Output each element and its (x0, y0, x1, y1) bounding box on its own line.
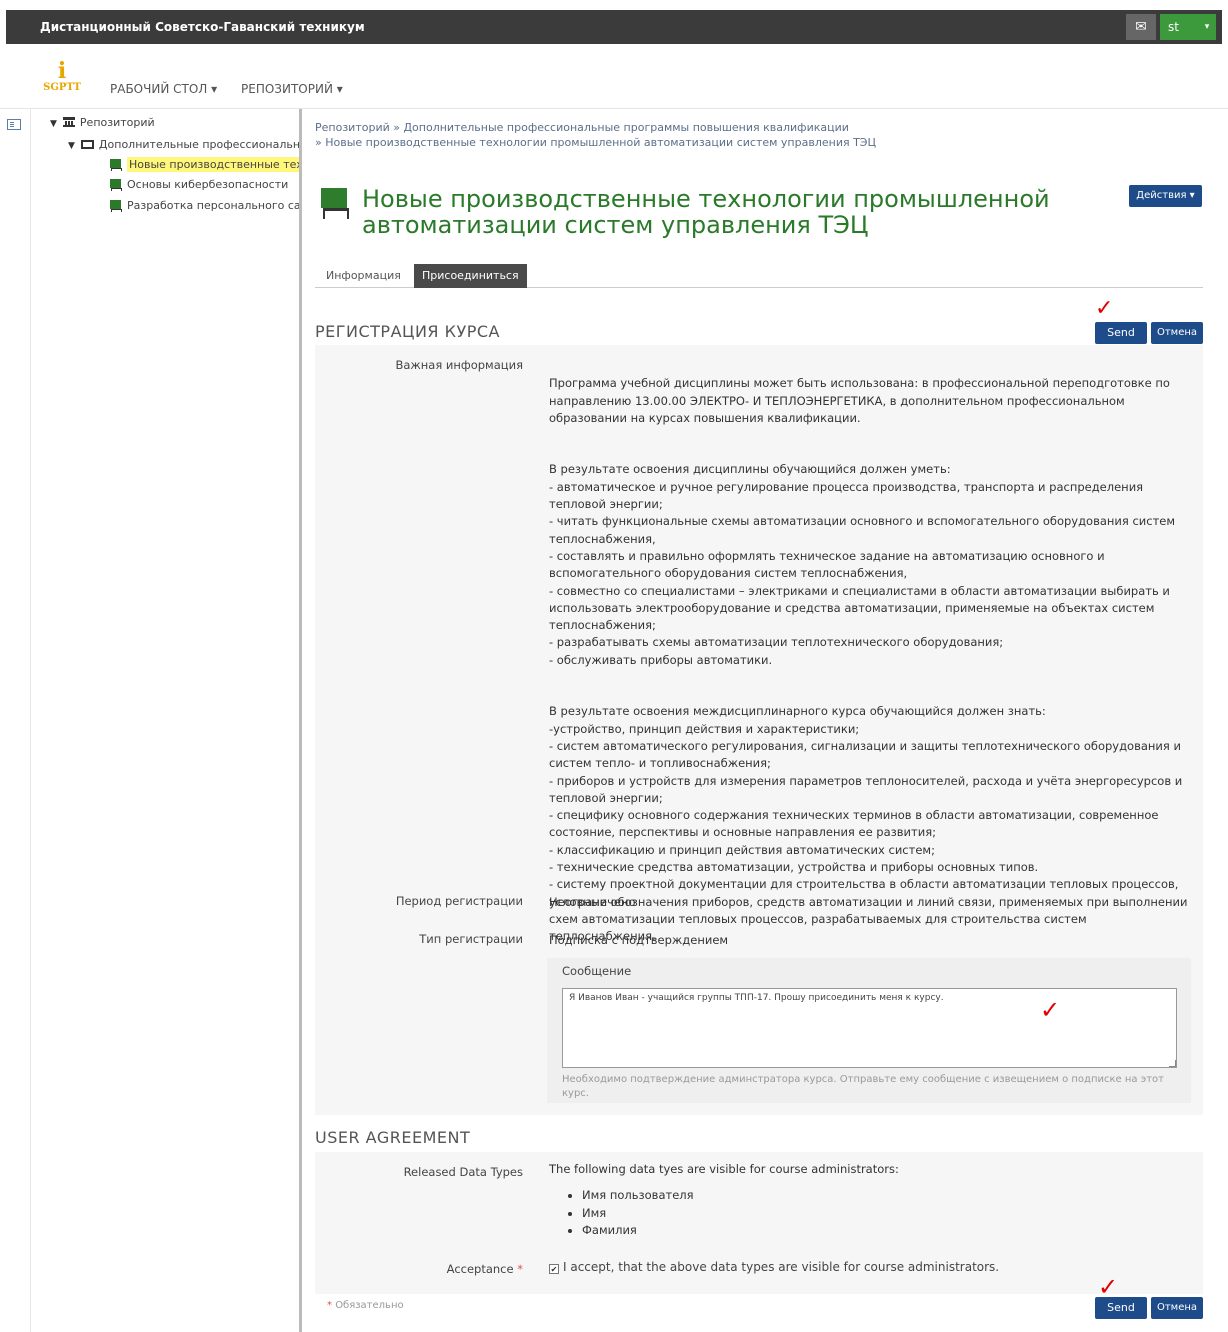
important-info-paragraph: Программа учебной дисциплины может быть … (549, 376, 1170, 425)
tree-node-course[interactable]: Основы кибербезопасности (110, 178, 288, 191)
check-mark-annotation: ✓ (1040, 996, 1061, 1024)
tree-node-folder[interactable]: ▼ Дополнительные профессиональные програм… (68, 138, 299, 151)
list-item: Имя (568, 1205, 694, 1223)
send-button[interactable]: Send (1095, 322, 1147, 344)
important-info-paragraph: В результате освоения дисциплины обучающ… (549, 462, 1176, 667)
tree-node-label: Новые производственные технологии промыш… (127, 157, 299, 172)
cancel-button-bottom[interactable]: Отмена (1151, 1297, 1203, 1319)
tree-node-course-active[interactable]: Новые производственные технологии промыш… (110, 157, 299, 172)
tree-node-label: Репозиторий (79, 116, 155, 129)
chevron-down-icon[interactable]: ▾ (1198, 14, 1216, 40)
tree-node-label: Дополнительные профессиональные программ… (98, 138, 299, 151)
tree-node-course[interactable]: Разработка персонального сайта (110, 199, 299, 212)
breadcrumb-line[interactable]: » Новые производственные технологии пром… (315, 135, 1215, 150)
acceptance-checkbox[interactable]: ✔ (549, 1264, 559, 1274)
logo-text: SGPTT (43, 82, 81, 93)
required-note: * Обязательно (327, 1300, 404, 1311)
repository-tree: ▼ Репозиторий ▼ Дополнительные профессиона… (50, 114, 299, 224)
important-info-label: Важная информация (395, 358, 523, 372)
cancel-button[interactable]: Отмена (1151, 322, 1203, 344)
tree-node-label: Разработка персонального сайта (127, 199, 299, 212)
tab-info[interactable]: Информация (318, 264, 409, 288)
caret-down-icon[interactable]: ▼ (68, 141, 75, 151)
breadcrumb-line[interactable]: Репозиторий » Дополнительные профессиона… (315, 120, 1215, 135)
course-icon (110, 159, 122, 171)
required-note-text: Обязательно (335, 1300, 404, 1311)
period-value: Неограничено (549, 895, 636, 909)
required-star: * (327, 1300, 332, 1311)
sidebar-toggle-icon[interactable] (7, 119, 21, 130)
course-icon (110, 200, 122, 212)
type-label: Тип регистрации (419, 932, 523, 946)
list-item: Фамилия (568, 1222, 694, 1240)
caret-down-icon[interactable]: ▼ (50, 119, 57, 129)
important-info-text: Программа учебной дисциплины может быть … (549, 358, 1189, 980)
nav-repo-menu[interactable]: РЕПОЗИТОРИЙ ▾ (241, 82, 343, 96)
sidebar-divider (30, 109, 31, 1332)
folder-icon (80, 140, 94, 149)
section-title-agreement: USER AGREEMENT (315, 1128, 471, 1147)
send-button-bottom[interactable]: Send (1095, 1297, 1147, 1319)
breadcrumb: Репозиторий » Дополнительные профессиона… (315, 120, 1215, 150)
tab-join[interactable]: Присоединиться (414, 264, 527, 288)
resize-handle-icon[interactable] (1169, 1060, 1176, 1067)
page-title-line: автоматизации систем управления ТЭЦ (362, 211, 869, 239)
required-star: * (517, 1262, 523, 1276)
site-logo[interactable]: i SGPTT (40, 60, 84, 100)
page-title-line: Новые производственные технологии промыш… (362, 185, 1050, 213)
acceptance-label: Acceptance * (315, 1262, 523, 1276)
acceptance-text[interactable]: I accept, that the above data types are … (563, 1260, 999, 1274)
actions-button[interactable]: Действия ▾ (1129, 185, 1202, 207)
message-help-text: Необходимо подтверждение админстратора к… (562, 1074, 1164, 1099)
check-mark-annotation: ✓ (1095, 296, 1114, 321)
bank-icon (62, 117, 75, 127)
envelope-icon[interactable]: ✉ (1126, 14, 1156, 40)
list-item: Имя пользователя (568, 1187, 694, 1205)
user-menu-button[interactable]: st (1160, 14, 1198, 40)
released-data-intro: The following data tyes are visible for … (549, 1162, 899, 1176)
course-icon (110, 179, 122, 191)
released-data-label: Released Data Types (403, 1165, 523, 1179)
page-title: Новые производственные технологии промыш… (362, 186, 1062, 238)
nav-divider (0, 108, 1228, 109)
course-icon (321, 188, 349, 219)
tree-node-label: Основы кибербезопасности (127, 178, 289, 191)
period-label: Период регистрации (395, 894, 523, 908)
type-value: Подписка с подтверждением (549, 933, 729, 947)
logo-letter: i (57, 58, 67, 84)
top-bar: Дистанционный Советско-Гаванский технику… (6, 10, 1222, 44)
released-data-list: Имя пользователя Имя Фамилия (568, 1187, 694, 1240)
section-title-registration: РЕГИСТРАЦИЯ КУРСА (315, 322, 500, 341)
tree-resize-handle[interactable] (299, 109, 302, 1332)
tree-node-repository[interactable]: ▼ Репозиторий (50, 116, 155, 129)
nav-desk-menu[interactable]: РАБОЧИЙ СТОЛ ▾ (110, 82, 217, 96)
site-title[interactable]: Дистанционный Советско-Гаванский технику… (40, 20, 365, 34)
message-textarea[interactable]: Я Иванов Иван - учащийся группы ТПП-17. … (562, 988, 1177, 1068)
message-label: Сообщение (562, 964, 632, 978)
acceptance-label-text: Acceptance (446, 1262, 514, 1276)
